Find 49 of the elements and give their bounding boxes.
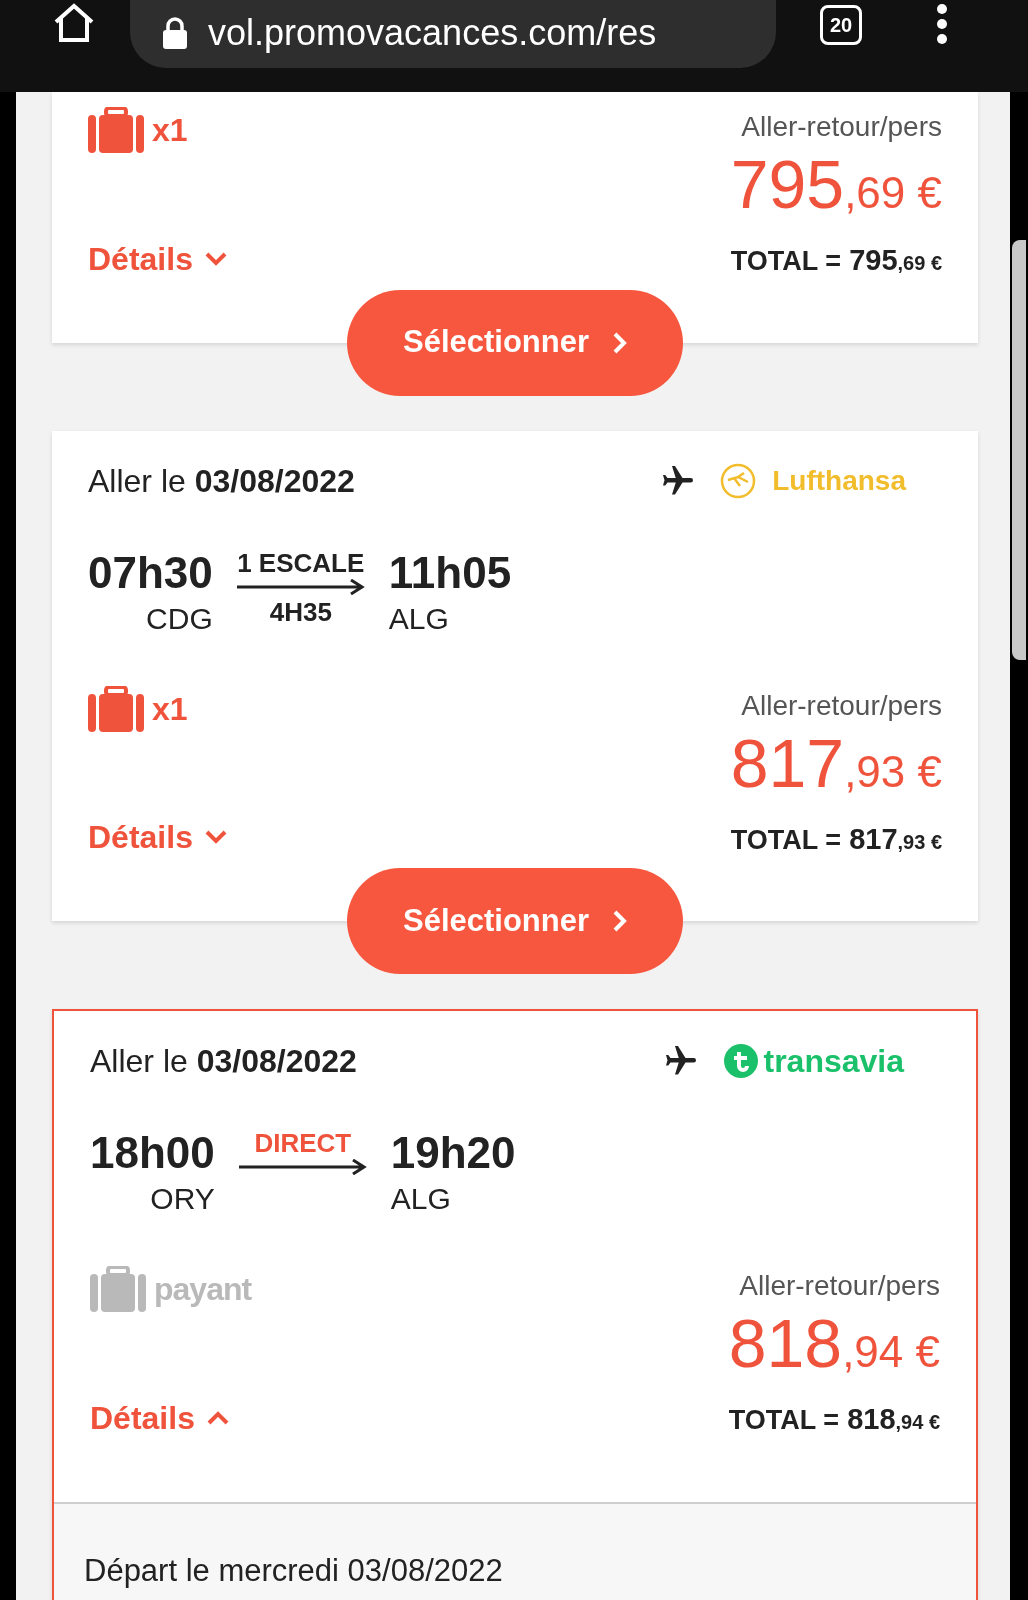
select-button[interactable]: Sélectionner: [347, 868, 683, 974]
details-toggle[interactable]: Détails: [90, 1393, 252, 1442]
arrival-time: 19h20: [390, 1127, 516, 1179]
departure-date: Aller le 03/08/2022: [90, 1042, 357, 1081]
departure-airport: CDG: [146, 600, 213, 637]
stops-label: DIRECT: [254, 1127, 352, 1159]
total-price: 795,69 €: [849, 243, 942, 278]
duration: 4H35: [269, 595, 332, 629]
baggage-label: x1: [152, 689, 188, 729]
menu-icon[interactable]: [936, 4, 948, 44]
departure-airport: ORY: [150, 1181, 215, 1217]
departure-detail: Départ le mercredi 03/08/2022: [84, 1552, 503, 1588]
home-icon[interactable]: [52, 2, 96, 44]
stops-label: 1 ESCALE: [237, 546, 365, 579]
price: 818,94 €: [728, 1307, 940, 1383]
fare-type-label: Aller-retour/pers: [741, 110, 942, 144]
fare-type-label: Aller-retour/pers: [739, 1269, 940, 1303]
total-price: 817,93 €: [849, 821, 942, 857]
departure-date: Aller le 03/08/2022: [88, 461, 355, 501]
chevron-right-icon: [613, 331, 628, 354]
arrival-airport: ALG: [388, 600, 449, 637]
price: 795,69 €: [730, 148, 942, 224]
address-bar[interactable]: vol.promovacances.com/res: [130, 0, 776, 68]
fare-type-label: Aller-retour/pers: [741, 688, 942, 723]
baggage-label: x1: [152, 111, 188, 150]
total-price: 818,94 €: [847, 1402, 940, 1437]
departure-time: 18h00: [90, 1127, 215, 1179]
details-toggle[interactable]: Détails: [88, 813, 227, 861]
total-label: TOTAL =: [730, 823, 842, 857]
price: 817,93 €: [730, 726, 942, 803]
total-label: TOTAL =: [728, 1404, 840, 1437]
baggage-label: payant: [154, 1270, 252, 1309]
select-button[interactable]: Sélectionner: [347, 289, 683, 396]
arrow-icon: [236, 578, 365, 595]
scrollbar[interactable]: [1012, 240, 1026, 660]
chevron-right-icon: [613, 910, 628, 932]
url-text: vol.promovacances.com/res: [208, 11, 657, 55]
crane-logo-icon: [720, 462, 757, 499]
airline-name: transavia: [763, 1042, 904, 1081]
arrival-airport: ALG: [390, 1181, 451, 1217]
lock-icon: [162, 17, 188, 49]
details-toggle[interactable]: Détails: [88, 234, 227, 283]
tab-count[interactable]: 20: [820, 5, 862, 45]
airline-name: Lufthansa: [772, 463, 906, 498]
airline-logo-icon: [723, 1043, 760, 1079]
departure-time: 07h30: [88, 546, 213, 599]
arrow-icon: [238, 1159, 367, 1175]
arrival-time: 11h05: [388, 546, 512, 599]
total-label: TOTAL =: [730, 245, 842, 278]
